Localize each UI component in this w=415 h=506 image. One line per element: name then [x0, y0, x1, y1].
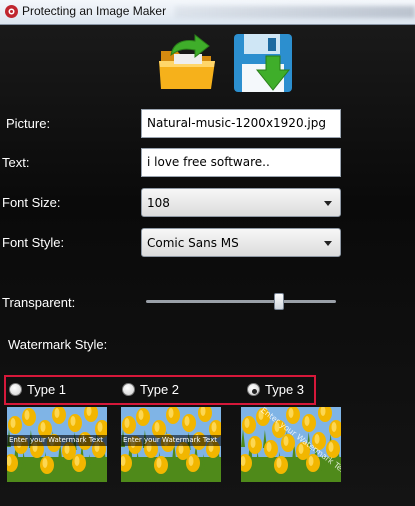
app-window: Protecting an Image Maker Picture: Natur… — [0, 0, 415, 506]
font-size-value: 108 — [147, 196, 170, 210]
watermark-text-field[interactable]: i love free software.. — [141, 148, 341, 177]
font-style-label: Font Style: — [2, 235, 65, 250]
watermark-text: Enter your Watermark Text — [123, 436, 217, 444]
preview-type-2[interactable]: Enter your Watermark Text — [121, 407, 221, 482]
transparency-slider-thumb[interactable] — [274, 293, 284, 310]
radio-dot — [252, 389, 257, 394]
picture-field[interactable]: Natural-music-1200x1920.jpg — [141, 109, 341, 138]
font-size-select[interactable]: 108 — [141, 188, 341, 217]
preview-type-3[interactable]: Enter your Watermark Text — [241, 407, 341, 482]
radio-type-2-label: Type 2 — [140, 382, 180, 397]
floppy-save-icon[interactable] — [232, 32, 296, 96]
transparency-slider-track[interactable] — [146, 300, 336, 303]
radio-circle — [122, 383, 135, 396]
window-title: Protecting an Image Maker — [22, 4, 167, 18]
title-bar-blur — [175, 6, 415, 18]
tulip-image — [241, 407, 341, 482]
font-size-label: Font Size: — [2, 195, 61, 210]
radio-circle — [247, 383, 260, 396]
watermark-text: Enter your Watermark Text — [9, 436, 103, 444]
radio-type-1-label: Type 1 — [27, 382, 67, 397]
picture-label: Picture: — [6, 116, 51, 131]
watermark-type-group: Type 1 Type 2 Type 3 — [4, 375, 316, 405]
radio-type-3-label: Type 3 — [265, 382, 305, 397]
folder-arrow-icon[interactable] — [157, 31, 221, 95]
preview-type-1[interactable]: Enter your Watermark Text — [7, 407, 107, 482]
transparent-label: Transparent: — [2, 295, 76, 310]
chevron-down-icon — [324, 201, 332, 206]
watermark-style-label: Watermark Style: — [8, 337, 108, 352]
title-bar[interactable]: Protecting an Image Maker — [0, 0, 415, 25]
chevron-down-icon — [324, 241, 332, 246]
app-icon — [5, 5, 18, 18]
font-style-select[interactable]: Comic Sans MS — [141, 228, 341, 257]
font-style-value: Comic Sans MS — [147, 236, 239, 250]
radio-circle — [9, 383, 22, 396]
text-label: Text: — [2, 155, 30, 170]
